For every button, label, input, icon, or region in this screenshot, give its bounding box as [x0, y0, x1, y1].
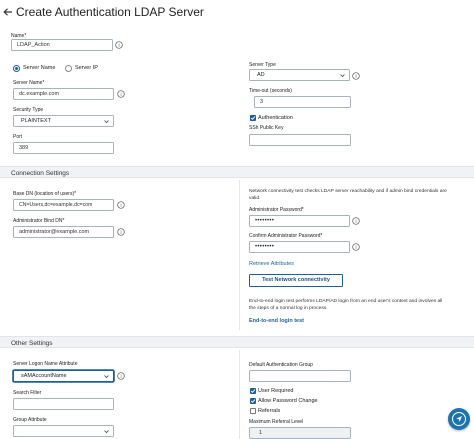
ssh-key-input[interactable]	[249, 134, 351, 146]
other-settings-header: Other Settings	[0, 336, 474, 348]
server-type-label: Server Type	[249, 62, 276, 68]
search-filter-input[interactable]	[13, 398, 114, 410]
check-icon	[250, 399, 256, 403]
max-referral-input[interactable]: 1	[249, 427, 351, 439]
svg-text:i: i	[120, 230, 121, 236]
authentication-checkbox[interactable]	[250, 115, 256, 121]
svg-text:i: i	[355, 245, 356, 251]
max-referral-label: Maximum Referral Level	[249, 419, 304, 425]
logon-attr-select[interactable]: sAMAccountName	[13, 370, 114, 382]
svg-text:i: i	[120, 203, 121, 209]
info-icon[interactable]: i	[117, 228, 125, 236]
server-name-radio-label: Server Name	[23, 65, 56, 71]
info-icon[interactable]: i	[352, 217, 360, 225]
bind-dn-label: Administrator Bind DN*	[13, 218, 65, 224]
confirm-password-input[interactable]: ••••••••	[249, 241, 350, 253]
test-network-connectivity-button[interactable]: Test Network connectivity	[249, 274, 343, 287]
security-type-label: Security Type	[13, 107, 44, 113]
back-arrow-icon[interactable]	[3, 7, 13, 17]
server-name-radio[interactable]	[13, 65, 20, 72]
allow-password-change-label: Allow Password Change	[258, 398, 318, 404]
security-type-select[interactable]: PLAINTEXT	[13, 115, 114, 127]
referrals-label: Referrals	[258, 408, 281, 414]
default-group-input[interactable]	[249, 370, 351, 382]
svg-text:i: i	[120, 374, 121, 380]
referrals-checkbox[interactable]	[250, 408, 256, 414]
info-icon[interactable]: i	[117, 90, 125, 98]
timeout-label: Time-out (seconds)	[249, 88, 292, 94]
server-ip-radio[interactable]	[65, 65, 72, 72]
default-group-label: Default Authentication Group	[249, 362, 313, 368]
chevron-down-icon	[104, 430, 109, 434]
port-label: Port	[13, 134, 23, 140]
allow-password-change-checkbox[interactable]	[250, 398, 256, 404]
server-type-select[interactable]: AD	[249, 69, 350, 81]
e2e-description-cont: the steps of a normal log in process.	[249, 306, 328, 311]
chevron-down-icon	[340, 74, 345, 78]
check-icon	[250, 116, 256, 120]
authentication-label: Authentication	[258, 115, 293, 121]
user-required-label: User Required	[258, 388, 294, 394]
admin-password-label: Administrator Password*	[249, 207, 304, 213]
connection-settings-title: Connection Settings	[11, 170, 70, 177]
info-icon[interactable]: i	[352, 72, 360, 80]
base-dn-input[interactable]: CN=Users,dc=example,dc=com	[13, 199, 114, 211]
column-divider	[239, 180, 240, 330]
column-divider	[239, 350, 240, 439]
chevron-down-icon	[104, 120, 109, 124]
port-input[interactable]: 389	[13, 142, 114, 154]
search-filter-label: Search Filter	[13, 390, 42, 396]
navigation-fab[interactable]	[448, 408, 470, 430]
group-attr-label: Group Attribute	[13, 417, 47, 423]
logon-attr-label: Server Logon Name Attribute	[13, 361, 78, 367]
info-icon[interactable]: i	[115, 41, 123, 49]
other-settings-title: Other Settings	[11, 340, 53, 347]
svg-text:i: i	[120, 92, 121, 98]
e2e-login-test-link[interactable]: End-to-end login test	[249, 318, 304, 325]
svg-text:i: i	[355, 74, 356, 80]
info-icon[interactable]: i	[117, 201, 125, 209]
server-name-input[interactable]: dc.example.com	[13, 88, 114, 100]
check-icon	[250, 389, 256, 393]
ssh-key-label: SSh Public Key	[249, 125, 284, 131]
security-type-value: PLAINTEXT	[21, 118, 51, 124]
base-dn-label: Base DN (location of users)*	[13, 191, 77, 197]
logon-attr-value: sAMAccountName	[21, 373, 67, 379]
admin-password-input[interactable]: ••••••••	[249, 215, 350, 227]
svg-text:i: i	[118, 43, 119, 49]
info-icon[interactable]: i	[117, 372, 125, 380]
server-name-label: Server Name*	[13, 80, 45, 86]
navigation-arrow-icon	[456, 416, 462, 422]
confirm-password-label: Confirm Administrator Password*	[249, 233, 323, 239]
e2e-description: End-to-end login test performs LDAP/AD l…	[249, 299, 443, 304]
server-ip-radio-label: Server IP	[75, 65, 98, 71]
page-title: Create Authentication LDAP Server	[16, 5, 204, 19]
server-type-value: AD	[257, 72, 265, 78]
connectivity-description: Network connectivity test checks LDAP se…	[249, 189, 447, 194]
info-icon[interactable]: i	[352, 243, 360, 251]
timeout-input[interactable]: 3	[254, 96, 351, 108]
connection-settings-header: Connection Settings	[0, 166, 474, 178]
connectivity-description-cont: valid.	[249, 196, 261, 201]
bind-dn-input[interactable]: administrator@example.com	[13, 226, 114, 238]
retrieve-attributes-link[interactable]: Retrieve Attributes	[249, 261, 294, 268]
svg-text:i: i	[355, 219, 356, 225]
user-required-checkbox[interactable]	[250, 388, 256, 394]
name-input[interactable]: LDAP_Action	[11, 39, 113, 51]
chevron-down-icon	[104, 375, 109, 379]
group-attr-select[interactable]	[13, 425, 114, 437]
